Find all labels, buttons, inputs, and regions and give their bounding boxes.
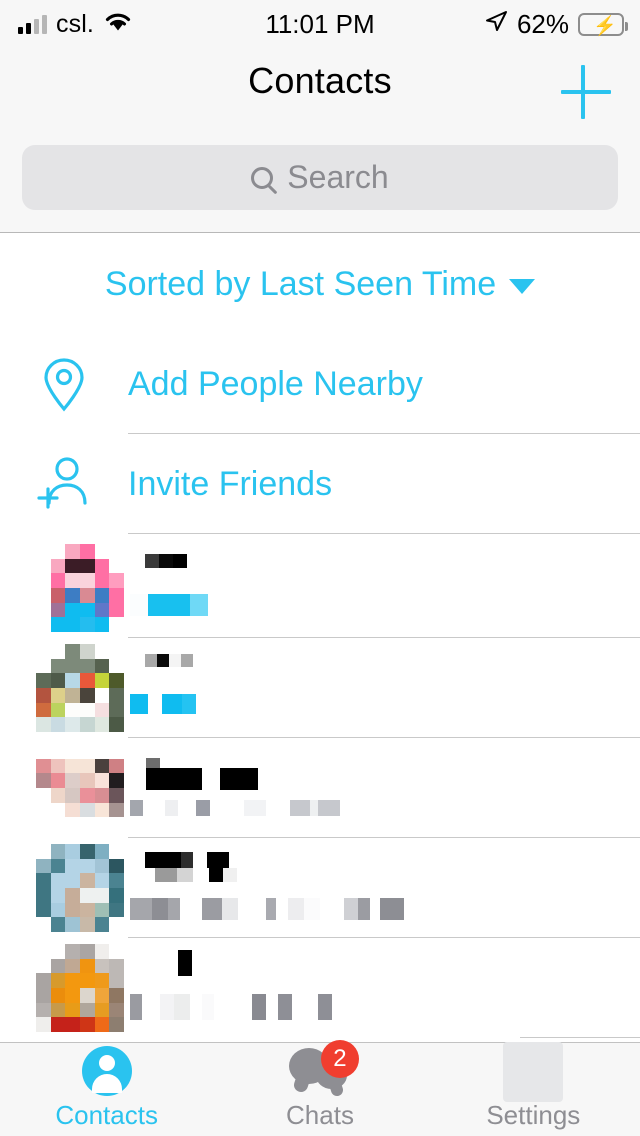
person-icon [81, 1046, 132, 1096]
contact-status-redacted [130, 694, 196, 714]
contact-avatar [36, 544, 124, 632]
contact-row[interactable] [0, 938, 640, 1038]
tab-contacts-label: Contacts [55, 1100, 158, 1130]
contact-status-redacted [130, 898, 404, 920]
contact-row[interactable] [0, 738, 640, 838]
contact-name-redacted-2 [155, 868, 237, 882]
search-placeholder: Search [287, 159, 389, 195]
contact-name-redacted [132, 758, 258, 790]
add-people-nearby-label: Add People Nearby [128, 364, 423, 403]
contact-avatar [36, 844, 124, 932]
invite-friends-label: Invite Friends [128, 464, 333, 503]
tab-settings[interactable]: Settings [427, 1042, 640, 1136]
contact-status-redacted [130, 994, 332, 1020]
search-icon [251, 166, 274, 189]
contact-avatar [36, 644, 124, 732]
status-bar: csl. 11:01 PM 62% ⚡ [0, 0, 640, 48]
contact-status-redacted [130, 800, 340, 816]
invite-friends-row[interactable]: Invite Friends [0, 434, 640, 534]
tab-contacts[interactable]: Contacts [0, 1043, 213, 1136]
contact-row[interactable] [0, 638, 640, 738]
contact-row[interactable] [0, 838, 640, 938]
contact-name-redacted [145, 852, 247, 868]
contact-status-redacted [130, 594, 208, 616]
row-separator [520, 1037, 640, 1038]
navigation-header: Contacts Search [0, 48, 640, 233]
person-add-icon [0, 455, 128, 513]
page-title: Contacts [248, 60, 392, 101]
contact-name-redacted [145, 554, 187, 568]
settings-placeholder-icon [503, 1042, 564, 1102]
contact-row[interactable] [0, 538, 640, 638]
location-arrow-icon [484, 9, 508, 40]
sort-selector[interactable]: Sorted by Last Seen Time [0, 234, 640, 334]
tab-chats-label: Chats [286, 1100, 354, 1130]
sort-label: Sorted by Last Seen Time [104, 264, 497, 303]
search-input[interactable]: Search [22, 145, 618, 210]
tab-settings-label: Settings [486, 1100, 581, 1130]
status-bar-right: 62% ⚡ [484, 8, 628, 40]
contact-avatar [36, 944, 124, 1032]
battery-percent-label: 62% [516, 8, 569, 39]
chevron-down-icon [509, 279, 536, 294]
tab-chats[interactable]: 2 Chats [213, 1040, 426, 1136]
contact-avatar [36, 744, 124, 832]
chats-unread-badge: 2 [320, 1040, 359, 1078]
add-contact-button[interactable] [558, 64, 614, 120]
add-people-nearby-row[interactable]: Add People Nearby [0, 334, 640, 434]
contact-name-redacted [178, 950, 192, 976]
battery-charging-icon: ⚡ [578, 12, 628, 37]
row-separator [128, 533, 640, 534]
location-pin-icon [0, 356, 128, 413]
chats-icon: 2 [288, 1040, 359, 1096]
tab-bar: Contacts 2 Chats Settings [0, 1040, 640, 1136]
contact-name-redacted [145, 654, 193, 667]
